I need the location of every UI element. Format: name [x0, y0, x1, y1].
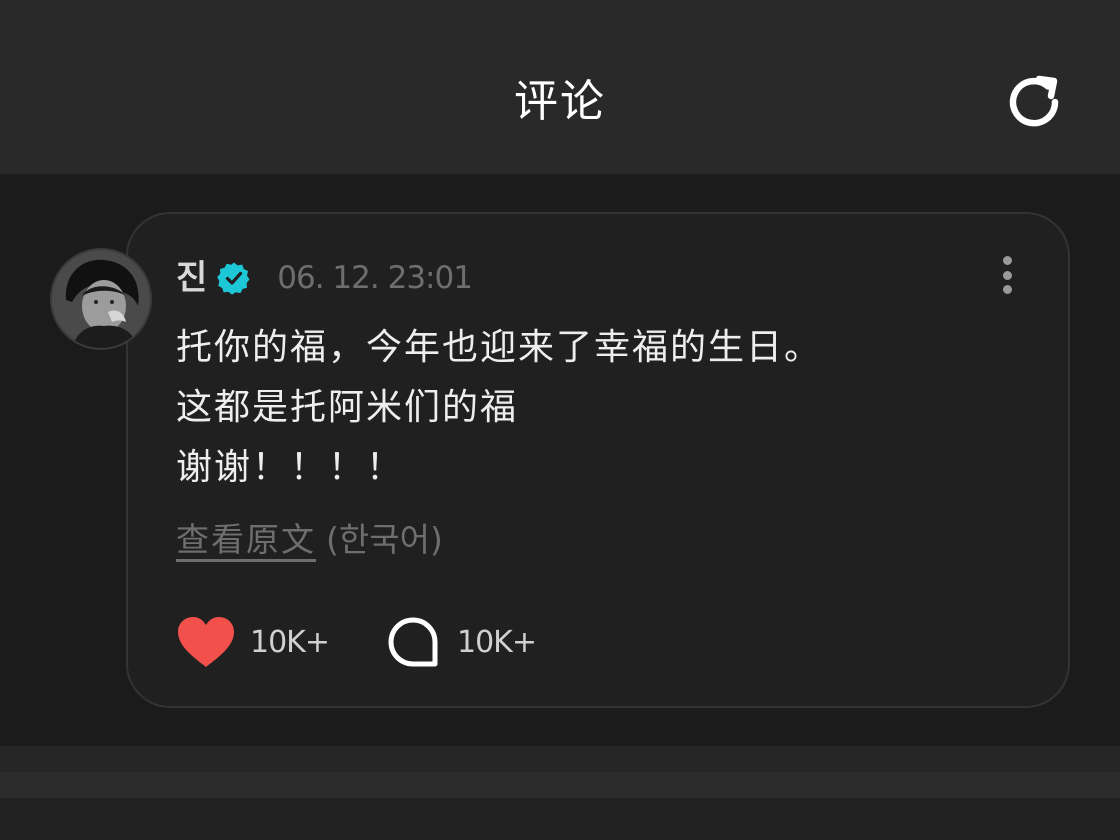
comment-line: 谢谢！！！！ [176, 447, 405, 488]
translation-row: 查看原文 (한국어) [176, 510, 443, 564]
more-vertical-icon-dot [1002, 256, 1012, 265]
more-vertical-icon-dot [1002, 270, 1012, 280]
more-options-button[interactable] [990, 252, 1024, 298]
comment-text: 托你的福，今年也迎来了幸福的生日。 这都是托阿米们的福 谢谢！！！！ [176, 318, 1036, 498]
heart-icon [178, 617, 234, 667]
more-vertical-icon-dot [1002, 285, 1012, 294]
verified-badge-icon [217, 261, 251, 295]
next-comment-placeholder [0, 798, 1120, 840]
comment-bubble-icon [388, 617, 438, 667]
comment-line: 这都是托阿米们的福 [176, 387, 519, 428]
avatar[interactable] [50, 248, 152, 350]
app-header: 评论 [0, 0, 1120, 174]
avatar-photo [52, 250, 150, 348]
reply-count: 10K+ [456, 624, 537, 660]
reply-button[interactable]: 10K+ [387, 616, 537, 668]
like-button[interactable]: 10K+ [176, 615, 330, 669]
page-title: 评论 [514, 76, 606, 127]
comment-actions: 10K+ 10K+ [176, 612, 537, 672]
original-language-label: (한국어) [326, 520, 443, 559]
view-original-link[interactable]: 查看原文 [176, 513, 316, 561]
refresh-icon [1009, 75, 1059, 127]
divider [0, 746, 1120, 772]
like-count: 10K+ [250, 624, 330, 660]
comment-line: 托你的福，今年也迎来了幸福的生日。 [176, 327, 823, 368]
refresh-button[interactable] [996, 66, 1072, 138]
comment-header: 진 06. 12. 23:01 [176, 252, 473, 304]
author-name[interactable]: 진 [176, 252, 207, 304]
comment-timestamp: 06. 12. 23:01 [277, 260, 473, 296]
divider [0, 772, 1120, 798]
